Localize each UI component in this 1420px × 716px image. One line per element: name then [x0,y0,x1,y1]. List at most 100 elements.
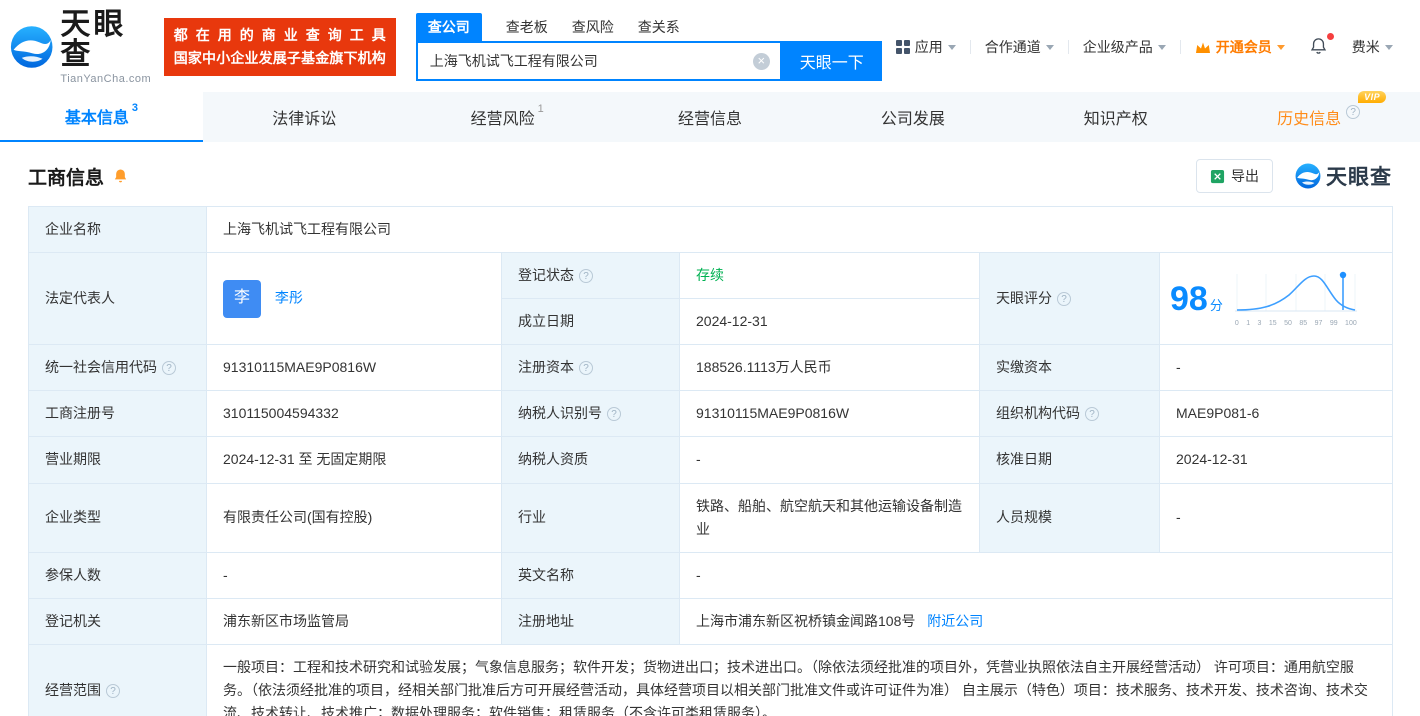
score-axis: 0 1 3 15 50 85 97 99 100 [1235,320,1357,327]
table-row-company-name: 企业名称 上海飞机试飞工程有限公司 [29,207,1393,253]
approval-date-value: 2024-12-31 [1160,437,1393,483]
tab-label: 公司发展 [881,105,945,129]
tab-history-info[interactable]: VIP 历史信息 [1217,92,1420,142]
nav-enterprise-products[interactable]: 企业级产品 [1069,37,1180,57]
tyc-score-cell: 98分 [1160,253,1393,345]
axis-tick: 50 [1284,320,1292,327]
tianyancha-logo[interactable]: 天眼查 TianYanCha.com [10,10,154,85]
chevron-down-icon [948,45,956,50]
legal-rep-link[interactable]: 李彤 [275,289,303,305]
reg-number-value: 310115004594332 [207,391,502,437]
field-label: 注册资本 [518,359,574,375]
nearby-companies-link[interactable]: 附近公司 [927,613,983,629]
search-button[interactable]: 天眼一下 [782,41,882,81]
org-code-label: 组织机构代码 [980,391,1160,437]
top-header: 天眼查 TianYanCha.com 都在用的商业查询工具 国家中小企业发展子基… [0,0,1420,92]
help-icon[interactable] [106,684,120,698]
org-code-value: MAE9P081-6 [1160,391,1393,437]
tab-legal-litigation[interactable]: 法律诉讼 [203,92,406,142]
table-row-business-term: 营业期限 2024-12-31 至 无固定期限 纳税人资质 - 核准日期 202… [29,437,1393,483]
score-number: 98 [1170,280,1208,318]
tab-intellectual-property[interactable]: 知识产权 [1014,92,1217,142]
tab-operating-risk[interactable]: 经营风险1 [406,92,609,142]
reg-status-cell: 存续 [680,253,980,299]
credit-code-label: 统一社会信用代码 [29,345,207,391]
nav-apps-label: 应用 [915,37,943,57]
help-icon[interactable] [1085,407,1099,421]
nav-open-membership[interactable]: 开通会员 [1181,37,1299,57]
nav-user[interactable]: 费米 [1338,37,1407,57]
app-grid-icon [896,40,910,54]
slogan-line1: 都在用的商业查询工具 [174,24,386,47]
english-name-label: 英文名称 [502,552,680,598]
search-tab-relation[interactable]: 查关系 [638,13,680,41]
reg-status-value: 存续 [696,267,724,283]
tab-operating-info[interactable]: 经营信息 [609,92,812,142]
slogan-line2: 国家中小企业发展子基金旗下机构 [174,47,386,70]
tab-basic-info[interactable]: 基本信息3 [0,92,203,142]
company-type-label: 企业类型 [29,483,207,552]
establish-date-label: 成立日期 [502,299,680,345]
taxpayer-quality-label: 纳税人资质 [502,437,680,483]
field-label: 纳税人资质 [518,451,588,467]
reg-status-label: 登记状态 [502,253,680,299]
clear-search-icon[interactable]: × [753,53,770,70]
insured-count-label: 参保人数 [29,552,207,598]
field-label: 登记机关 [45,613,101,629]
field-label: 天眼评分 [996,290,1052,306]
axis-tick: 97 [1315,320,1323,327]
taxpayer-quality-value: - [680,437,980,483]
section-header: 工商信息 导出 天眼查 [0,142,1420,206]
english-name-value: - [680,552,1393,598]
tab-label: 法律诉讼 [272,105,336,129]
monitor-bell-icon[interactable] [112,168,129,185]
help-icon[interactable] [1057,292,1071,306]
reg-address-label: 注册地址 [502,598,680,644]
business-info-table: 企业名称 上海飞机试飞工程有限公司 法定代表人 李 李彤 登记状态 存续 天眼评… [28,206,1393,716]
insured-count-value: - [207,552,502,598]
field-label: 营业期限 [45,451,101,467]
search-tab-boss[interactable]: 查老板 [506,13,548,41]
establish-date-value: 2024-12-31 [680,299,980,345]
company-type-value: 有限责任公司(国有控股) [207,483,502,552]
field-label: 企业名称 [45,221,101,237]
axis-tick: 0 [1235,320,1239,327]
field-label: 经营范围 [45,682,101,698]
help-icon[interactable] [579,361,593,375]
section-actions: 导出 天眼查 [1196,159,1392,193]
excel-icon [1210,169,1225,184]
score-value: 98分 [1170,271,1223,327]
table-row-credit-code: 统一社会信用代码 91310115MAE9P0816W 注册资本 188526.… [29,345,1393,391]
top-nav: 应用 合作通道 企业级产品 开通会员 [882,36,1407,59]
field-label: 统一社会信用代码 [45,359,157,375]
approval-date-label: 核准日期 [980,437,1160,483]
nav-apps[interactable]: 应用 [882,37,970,57]
nav-user-label: 费米 [1352,37,1380,57]
search-tab-company[interactable]: 查公司 [416,13,482,41]
tab-label: 经营风险 [471,105,535,129]
search-tab-risk[interactable]: 查风险 [572,13,614,41]
legal-rep-avatar[interactable]: 李 [223,280,261,318]
reg-address-value: 上海市浦东新区祝桥镇金闻路108号 [696,613,915,629]
legal-rep-cell: 李 李彤 [207,253,502,345]
help-icon[interactable] [162,361,176,375]
logo-domain: TianYanCha.com [60,73,153,85]
export-button[interactable]: 导出 [1196,159,1273,193]
help-icon[interactable] [579,269,593,283]
help-icon[interactable] [607,407,621,421]
nav-partner-channel[interactable]: 合作通道 [971,37,1068,57]
search-input[interactable] [418,53,753,69]
notification-bell[interactable] [1299,36,1338,59]
taxpayer-id-label: 纳税人识别号 [502,391,680,437]
tab-badge: 3 [132,102,138,114]
crown-icon [1195,41,1211,54]
tab-company-development[interactable]: 公司发展 [811,92,1014,142]
field-label: 组织机构代码 [996,405,1080,421]
field-label: 登记状态 [518,267,574,283]
score-chart[interactable]: 0 1 3 15 50 85 97 99 100 [1235,270,1357,327]
business-scope-value: 一般项目：工程和技术研究和试验发展；气象信息服务；软件开发；货物进出口；技术进出… [207,644,1393,716]
field-label: 行业 [518,509,546,525]
business-term-value: 2024-12-31 至 无固定期限 [207,437,502,483]
taxpayer-id-value: 91310115MAE9P0816W [680,391,980,437]
help-icon[interactable] [1346,105,1360,119]
